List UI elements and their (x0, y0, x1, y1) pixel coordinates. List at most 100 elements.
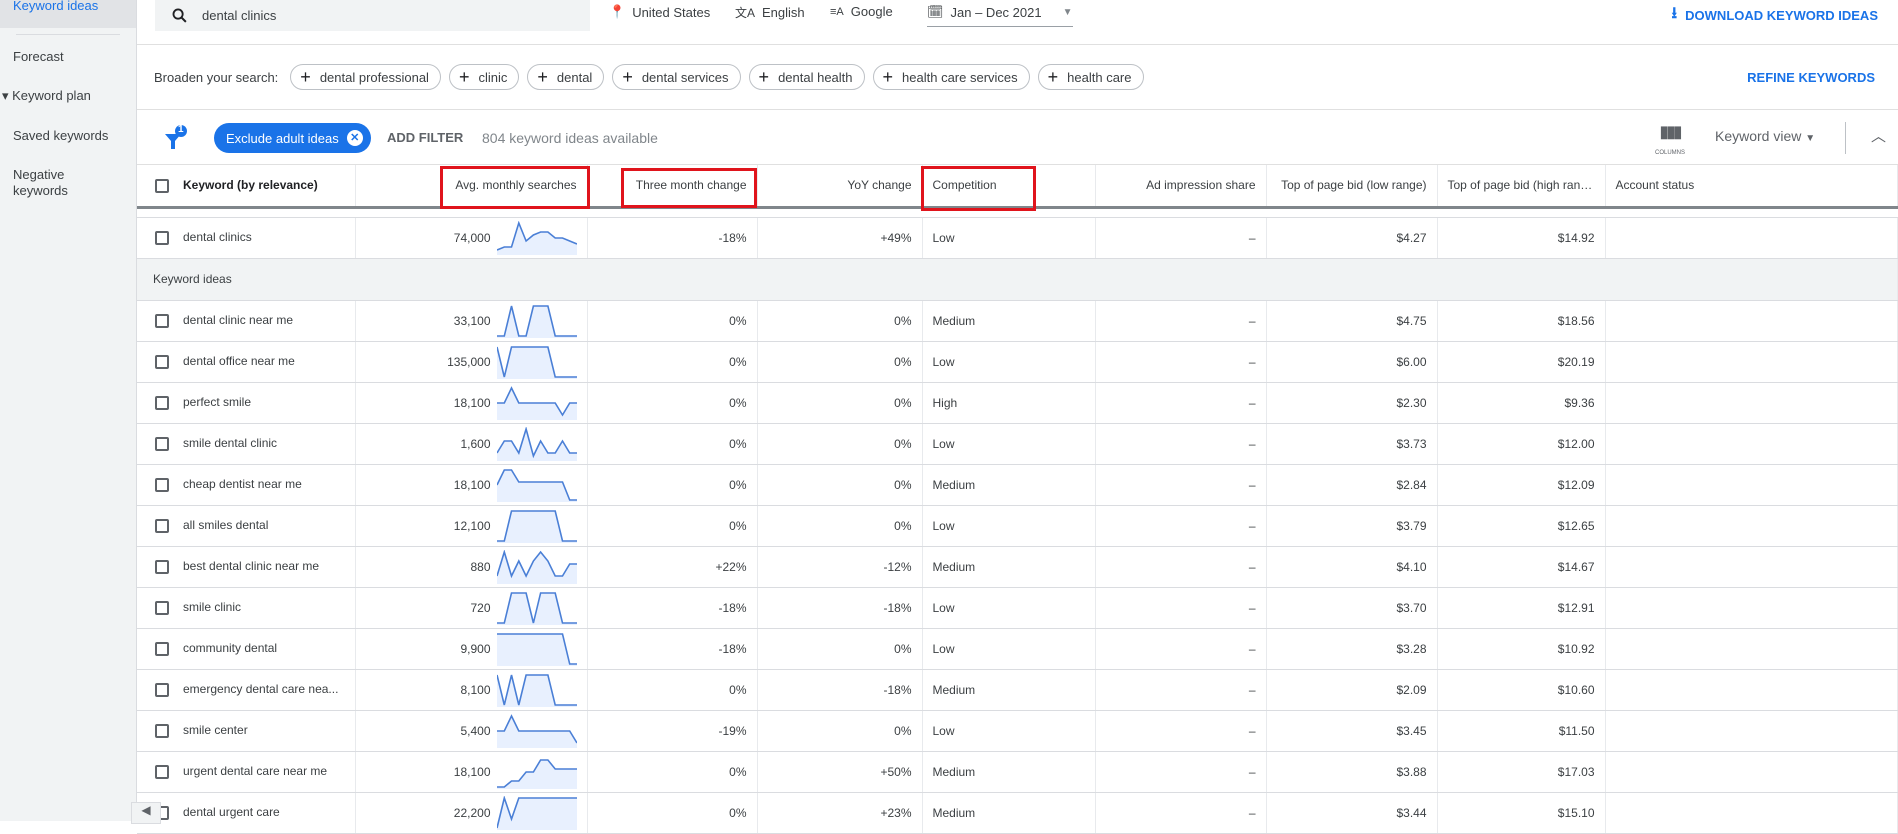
row-checkbox[interactable] (155, 354, 169, 369)
row-checkbox[interactable] (155, 477, 169, 492)
searches-value: 12,100 (453, 518, 491, 533)
keyword-cell: dental clinic near me (137, 300, 356, 342)
row-checkbox[interactable] (155, 395, 169, 410)
chip-label: dental professional (319, 69, 429, 85)
table-row[interactable]: perfect smile 18,100 0% 0% High – $2.30 … (137, 382, 1898, 424)
ad-impression-share-cell: – (1095, 464, 1267, 506)
refine-keywords-button[interactable]: REFINE KEYWORDS (1747, 70, 1875, 85)
sparkline-area (496, 674, 577, 707)
table-row[interactable]: smile clinic 720 -18% -18% Low – $3.70 $… (137, 587, 1898, 629)
column-header[interactable]: Three month change (587, 165, 758, 209)
avg-monthly-searches-cell: 135,000 (355, 341, 588, 383)
broaden-search-bar: Broaden your search: + dental professiona… (137, 45, 1898, 110)
searches-value: 720 (470, 600, 491, 615)
broaden-chip[interactable]: + dental health (748, 64, 865, 90)
row-checkbox[interactable] (155, 723, 169, 738)
three-month-change-cell: 0% (587, 669, 758, 711)
table-row[interactable]: smile center 5,400 -19% 0% Low – $3.45 $… (137, 710, 1898, 752)
table-row[interactable]: dental clinic near me 33,100 0% 0% Mediu… (137, 300, 1898, 342)
filter-button[interactable]: 1 (163, 124, 193, 157)
broaden-chip[interactable]: + clinic (448, 64, 520, 90)
avg-monthly-searches-cell: 33,100 (355, 300, 588, 342)
keyword-text: community dental (183, 641, 278, 656)
column-header[interactable]: Avg. monthly searches (355, 165, 588, 209)
high-bid-cell: $9.36 (1437, 382, 1606, 424)
network-icon: ≡A (830, 5, 844, 18)
sidebar-item-negative-keywords[interactable]: Negative keywords (0, 167, 90, 199)
avg-monthly-searches-cell: 1,600 (355, 423, 588, 465)
exclude-adult-filter-chip[interactable]: Exclude adult ideas ✕ (214, 123, 371, 153)
row-checkbox[interactable] (155, 600, 169, 615)
table-row[interactable]: all smiles dental 12,100 0% 0% Low – $3.… (137, 505, 1898, 547)
column-header[interactable]: Top of page bid (low range) (1266, 165, 1438, 209)
row-checkbox[interactable] (155, 518, 169, 533)
table-row[interactable]: dental urgent care 22,200 0% +23% Medium… (137, 792, 1898, 834)
avg-monthly-searches-cell: 5,400 (355, 710, 588, 752)
table-row[interactable]: dental office near me 135,000 0% 0% Low … (137, 341, 1898, 383)
language-selector[interactable]: 文A English (735, 4, 805, 21)
yoy-change-cell: +50% (757, 751, 923, 793)
column-header[interactable]: YoY change (757, 165, 923, 209)
keyword-cell: dental office near me (137, 341, 356, 383)
row-checkbox[interactable] (155, 682, 169, 697)
column-header[interactable]: Account status (1605, 165, 1898, 209)
download-keyword-ideas-button[interactable]: ⭳ DOWNLOAD KEYWORD IDEAS (1672, 2, 1878, 29)
competition-cell: Medium (922, 669, 1096, 711)
sidebar-item-keyword-plan[interactable]: ▾ Keyword plan (0, 88, 136, 104)
account-status-cell (1605, 505, 1898, 547)
row-checkbox[interactable] (155, 559, 169, 574)
ad-impression-share-cell: – (1095, 341, 1267, 383)
table-row[interactable]: cheap dentist near me 18,100 0% 0% Mediu… (137, 464, 1898, 506)
columns-button[interactable]: ▮▮▮ COLUMNS (1655, 122, 1685, 157)
row-checkbox[interactable] (155, 230, 169, 245)
table-row[interactable]: smile dental clinic 1,600 0% 0% Low – $3… (137, 423, 1898, 465)
keyword-cell: best dental clinic near me (137, 546, 356, 588)
table-row[interactable]: community dental 9,900 -18% 0% Low – $3.… (137, 628, 1898, 670)
location-selector[interactable]: 📍 United States (609, 4, 710, 20)
searches-value: 135,000 (447, 354, 491, 369)
three-month-change-cell: -18% (587, 217, 758, 259)
keyword-text: perfect smile (183, 395, 252, 410)
account-status-cell (1605, 382, 1898, 424)
select-all-checkbox[interactable] (155, 178, 169, 193)
table-row[interactable]: urgent dental care near me 18,100 0% +50… (137, 751, 1898, 793)
competition-cell: Low (922, 628, 1096, 670)
yoy-change-cell: 0% (757, 505, 923, 547)
competition-cell: Medium (922, 792, 1096, 834)
broaden-chip[interactable]: + health care services (872, 64, 1030, 90)
broaden-chip[interactable]: + dental (527, 64, 605, 90)
table-row[interactable]: dental clinics 74,000 -18% +49% Low – $4… (137, 217, 1898, 259)
row-checkbox[interactable] (155, 764, 169, 779)
avg-monthly-searches-cell: 18,100 (355, 751, 588, 793)
column-header[interactable]: Ad impression share (1095, 165, 1267, 209)
low-bid-cell: $3.44 (1266, 792, 1438, 834)
collapse-chevron-up-icon[interactable]: ︿ (1871, 125, 1886, 146)
three-month-change-cell: 0% (587, 464, 758, 506)
column-header[interactable]: Top of page bid (high range) (1437, 165, 1606, 209)
table-row[interactable]: best dental clinic near me 880 +22% -12%… (137, 546, 1898, 588)
broaden-chip[interactable]: + dental services (612, 64, 741, 90)
sidebar-item-saved-keywords[interactable]: Saved keywords (0, 128, 136, 143)
row-checkbox[interactable] (155, 436, 169, 451)
broaden-chip[interactable]: + dental professional (290, 64, 441, 90)
row-checkbox[interactable] (155, 641, 169, 656)
trend-sparkline (496, 468, 577, 502)
account-status-cell (1605, 751, 1898, 793)
search-input[interactable]: dental clinics (155, 0, 590, 31)
add-filter-button[interactable]: ADD FILTER (387, 130, 463, 145)
columns-icon: ▮▮▮ (1659, 124, 1682, 141)
table-row[interactable]: emergency dental care nea... 8,100 0% -1… (137, 669, 1898, 711)
keyword-view-dropdown[interactable]: Keyword view ▼ (1715, 128, 1815, 144)
sidebar-item-forecast[interactable]: Forecast (0, 49, 136, 64)
column-header[interactable]: Keyword (by relevance) (137, 165, 356, 209)
sidebar-item-keyword-ideas[interactable]: Keyword ideas (0, 0, 136, 28)
network-selector[interactable]: ≡A Google (830, 4, 893, 19)
close-icon[interactable]: ✕ (346, 130, 363, 146)
high-bid-cell: $20.19 (1437, 341, 1606, 383)
row-checkbox[interactable] (155, 313, 169, 328)
column-header[interactable]: Competition (922, 165, 1096, 209)
date-range-selector[interactable]: 🗓 Jan – Dec 2021 ▼ (927, 4, 1073, 27)
high-bid-cell: $12.00 (1437, 423, 1606, 465)
ad-impression-share-cell: – (1095, 300, 1267, 342)
broaden-chip[interactable]: + health care (1037, 64, 1144, 90)
